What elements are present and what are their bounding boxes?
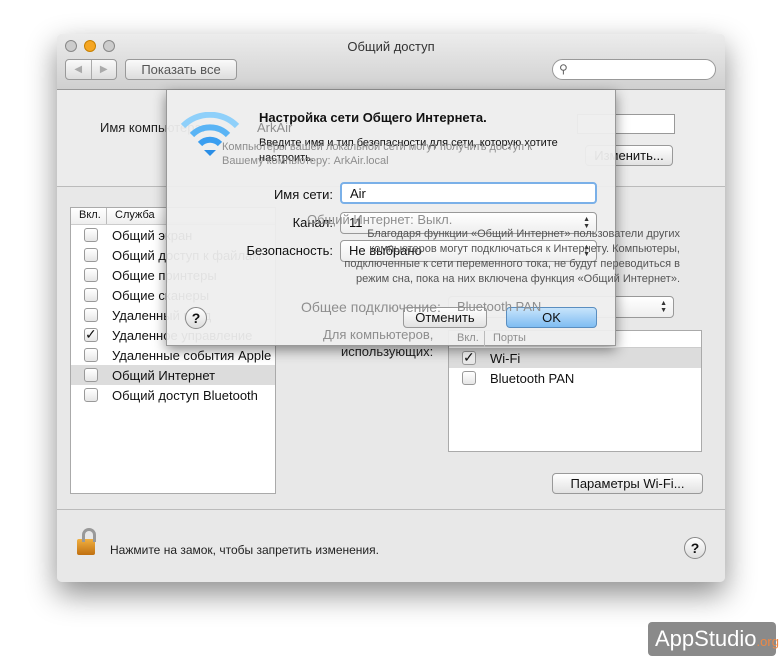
ports-list: Вкл. Порты ✓ Wi-Fi Bluetooth PAN [448,330,702,452]
search-icon: ⚲ [559,62,568,76]
to-label-1: Для компьютеров, [323,327,434,342]
lock-shackle-icon [82,528,96,542]
col-on[interactable]: Вкл. [71,208,107,224]
service-row[interactable]: Общий доступ Bluetooth [71,385,275,405]
service-checkbox[interactable] [84,248,98,262]
network-name-label: Имя сети: [273,187,333,202]
watermark: AppStudio.org [648,622,779,656]
port-checkbox[interactable] [462,371,476,385]
back-icon[interactable]: ◀ [66,60,92,79]
forward-icon[interactable]: ▶ [92,60,117,79]
service-row[interactable]: Удаленные события Apple [71,345,275,365]
port-checkbox[interactable]: ✓ [462,350,476,365]
to-label-2: использующих: [341,344,434,359]
watermark-suffix: .org [756,634,779,649]
service-checkbox[interactable] [84,288,98,302]
computer-name-value: ArkAir [257,120,293,135]
service-checkbox[interactable] [84,228,98,242]
service-label: Удаленные события Apple [112,347,272,363]
ports-header: Вкл. Порты [449,331,701,348]
service-checkbox[interactable]: ✓ [84,327,98,342]
show-all-button[interactable]: Показать все [125,59,237,80]
service-checkbox[interactable] [84,388,98,402]
share-from-value: Bluetooth PAN [457,299,542,314]
internet-status: Общий Интернет: Выкл. [307,212,453,227]
dialog-help-button[interactable]: ? [185,307,207,329]
search-input[interactable]: ⚲ [552,59,716,80]
service-row[interactable]: Общий Интернет [71,365,275,385]
internet-description: Благодаря функции «Общий Интернет» польз… [344,228,680,285]
col-service[interactable]: Служба [107,208,163,224]
title-bar: Общий доступ ◀ ▶ Показать все ⚲ [57,34,725,90]
wifi-options-button[interactable]: Параметры Wi-Fi... [552,473,703,494]
nav-buttons[interactable]: ◀ ▶ [65,59,117,80]
updown-icon: ▲ ▼ [660,300,667,314]
service-checkbox[interactable] [84,268,98,282]
window-title: Общий доступ [347,39,435,54]
service-checkbox[interactable] [84,368,98,382]
lock-text: Нажмите на замок, чтобы запретить измене… [110,543,379,557]
service-label: Общий Интернет [112,367,216,383]
help-button[interactable]: ? [684,537,706,559]
ports-col-on[interactable]: Вкл. [449,331,485,347]
dialog-title: Настройка сети Общего Интернета. [259,110,487,125]
ports-col-ports[interactable]: Порты [485,331,534,347]
network-name-value: Air [350,186,366,201]
network-name-input[interactable]: Air [340,182,597,204]
service-checkbox[interactable] [84,308,98,322]
computer-name-note: Компьютеры вашей локальной сети могут по… [222,141,533,167]
share-from-label: Общее подключение: [301,299,441,315]
service-checkbox[interactable] [84,348,98,362]
port-label: Wi-Fi [490,350,521,366]
watermark-text: AppStudio [655,626,757,651]
service-label: Общий доступ Bluetooth [112,387,258,403]
footer: Нажмите на замок, чтобы запретить измене… [57,509,725,582]
port-label: Bluetooth PAN [490,370,575,386]
port-row[interactable]: ✓ Wi-Fi [449,348,701,368]
port-row[interactable]: Bluetooth PAN [449,368,701,388]
